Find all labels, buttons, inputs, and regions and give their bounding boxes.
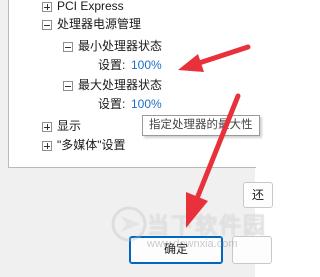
collapse-minus-icon[interactable] <box>63 81 73 91</box>
watermark-text: 当下软件园 <box>147 213 268 238</box>
tree-item-label: 显示 <box>57 119 82 133</box>
tree-item-multimedia-settings[interactable]: "多媒体"设置 <box>42 136 192 155</box>
collapse-minus-icon[interactable] <box>42 20 52 30</box>
tree-item-label: 最小处理器状态 <box>78 39 163 53</box>
max-state-setting-row: 设置: 100% <box>98 95 248 114</box>
expand-plus-icon[interactable] <box>42 141 52 151</box>
max-state-value[interactable]: 100% <box>131 95 162 114</box>
min-state-setting-row: 设置: 100% <box>98 56 248 75</box>
tooltip: 指定处理器的最大性 <box>142 115 260 136</box>
tree-item-label: 处理器电源管理 <box>57 17 142 31</box>
min-state-value[interactable]: 100% <box>131 56 162 75</box>
watermark-url: www.downxia.com <box>147 238 238 250</box>
tree-item-label: 最大处理器状态 <box>78 78 163 92</box>
setting-label: 设置: <box>98 58 126 72</box>
power-options-dialog: PCI Express 处理器电源管理 最小处理器状态 设置: 100% 最大处… <box>0 0 273 277</box>
expand-plus-icon[interactable] <box>42 2 52 12</box>
tree-item-processor-power-management[interactable]: 处理器电源管理 <box>42 15 242 34</box>
collapse-minus-icon[interactable] <box>63 42 73 52</box>
tree-item-label: PCI Express <box>57 0 124 13</box>
power-settings-tree: PCI Express 处理器电源管理 最小处理器状态 设置: 100% 最大处… <box>8 0 256 168</box>
cancel-button[interactable] <box>232 236 272 264</box>
tree-item-pci-express[interactable]: PCI Express <box>42 0 242 16</box>
expand-plus-icon[interactable] <box>42 122 52 132</box>
tree-item-min-processor-state[interactable]: 最小处理器状态 <box>63 37 243 56</box>
tree-item-label: "多媒体"设置 <box>57 138 126 152</box>
tree-item-display[interactable]: 显示 <box>42 117 142 136</box>
setting-label: 设置: <box>98 97 126 111</box>
restore-defaults-button[interactable]: 还 <box>243 182 273 208</box>
tree-item-max-processor-state[interactable]: 最大处理器状态 <box>63 76 243 95</box>
